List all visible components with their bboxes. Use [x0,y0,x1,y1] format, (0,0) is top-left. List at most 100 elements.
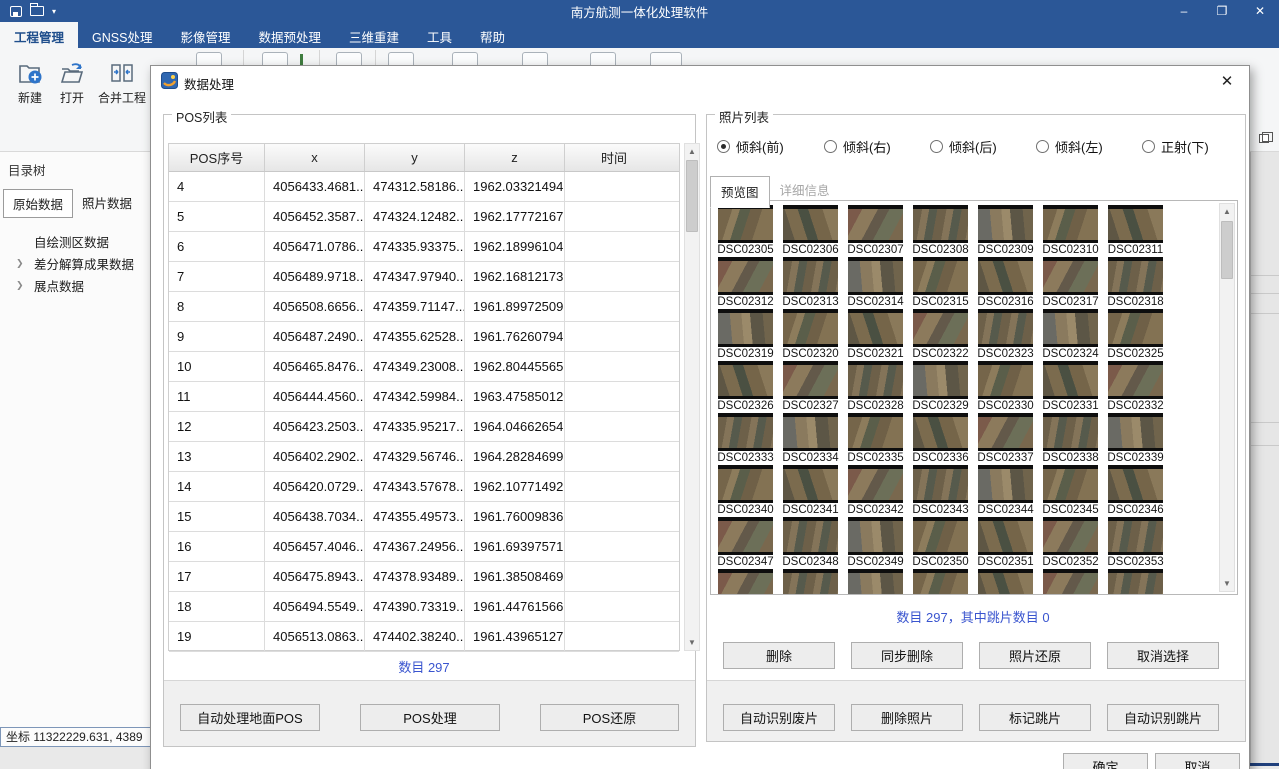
photo-item[interactable]: DSC02310 [1038,205,1103,257]
tree-item-1[interactable]: 自绘测区数据 [0,230,150,252]
photo-item[interactable]: DSC02333 [713,413,778,465]
dialog-footer-button-2[interactable]: 取消 [1155,753,1240,769]
photo-item[interactable] [1103,569,1168,595]
photo-item[interactable]: DSC02313 [778,257,843,309]
photo-item[interactable]: DSC02314 [843,257,908,309]
photo-item[interactable]: DSC02341 [778,465,843,517]
photo-item[interactable]: DSC02312 [713,257,778,309]
pos-table-row[interactable]: 64056471.0786...474335.93375...1962.1899… [169,232,679,262]
pos-table-row[interactable]: 44056433.4681...474312.58186...1962.0332… [169,172,679,202]
folder-icon[interactable] [30,6,44,16]
menu-tab-7[interactable]: 帮助 [466,22,519,48]
photo-footer-button-2[interactable]: 删除照片 [851,704,963,731]
photo-item[interactable]: DSC02336 [908,413,973,465]
photo-action-button-4[interactable]: 取消选择 [1107,642,1219,669]
photo-item[interactable]: DSC02332 [1103,361,1168,413]
pos-action-button-3[interactable]: POS还原 [540,704,679,731]
photo-item[interactable]: DSC02309 [973,205,1038,257]
menu-tab-6[interactable]: 工具 [413,22,466,48]
photo-item[interactable]: DSC02305 [713,205,778,257]
tab-preview[interactable]: 预览图 [710,176,770,208]
photo-item[interactable]: DSC02325 [1103,309,1168,361]
dialog-titlebar[interactable]: 数据处理 ✕ [151,66,1249,96]
scrollbar-thumb[interactable] [1221,221,1233,279]
minimize-button[interactable]: – [1165,0,1203,22]
photo-item[interactable]: DSC02353 [1103,517,1168,569]
menu-tab-1[interactable]: 工程管理 [0,22,78,48]
photo-item[interactable]: DSC02321 [843,309,908,361]
scroll-up-icon[interactable]: ▲ [685,144,699,159]
photo-item[interactable]: DSC02334 [778,413,843,465]
pos-column-header[interactable]: z [465,144,565,171]
photo-item[interactable]: DSC02307 [843,205,908,257]
photo-item[interactable]: DSC02338 [1038,413,1103,465]
photo-item[interactable]: DSC02327 [778,361,843,413]
pos-table-row[interactable]: 94056487.2490...474355.62528...1961.7626… [169,322,679,352]
pos-table-row[interactable]: 164056457.4046...474367.24956...1961.693… [169,532,679,562]
pos-column-header[interactable]: 时间 [565,144,663,171]
photo-item[interactable]: DSC02351 [973,517,1038,569]
photo-item[interactable]: DSC02350 [908,517,973,569]
photo-item[interactable]: DSC02316 [973,257,1038,309]
photo-item[interactable]: DSC02311 [1103,205,1168,257]
photo-item[interactable]: DSC02339 [1103,413,1168,465]
photo-item[interactable]: DSC02328 [843,361,908,413]
menu-tab-5[interactable]: 三维重建 [335,22,413,48]
pos-table-row[interactable]: 124056423.2503...474335.95217...1964.046… [169,412,679,442]
chevron-right-icon[interactable]: ❯ [16,258,34,269]
scroll-down-icon[interactable]: ▼ [685,635,699,650]
scroll-down-icon[interactable]: ▼ [1220,576,1234,591]
menu-tab-2[interactable]: GNSS处理 [78,22,166,48]
dialog-footer-button-1[interactable]: 确定 [1063,753,1148,769]
photo-item[interactable]: DSC02337 [973,413,1038,465]
tree-item-3[interactable]: ❯展点数据 [0,274,150,296]
photo-item[interactable] [778,569,843,595]
photo-item[interactable]: DSC02348 [778,517,843,569]
photo-footer-button-3[interactable]: 标记跳片 [979,704,1091,731]
photo-item[interactable]: DSC02331 [1038,361,1103,413]
photo-item[interactable]: DSC02326 [713,361,778,413]
open-project-button[interactable]: 打开 [50,60,94,106]
pos-table-row[interactable]: 84056508.6656...474359.71147...1961.8997… [169,292,679,322]
pos-table-row[interactable]: 134056402.2902...474329.56746...1964.282… [169,442,679,472]
sidebar-tab-photo-data[interactable]: 照片数据 [73,189,141,218]
pos-table-row[interactable]: 104056465.8476...474349.23008...1962.804… [169,352,679,382]
pos-table-row[interactable]: 194056513.0863...474402.38240...1961.439… [169,622,679,652]
photo-type-radio-3[interactable]: 倾斜(后) [930,137,997,156]
photo-type-radio-5[interactable]: 正射(下) [1142,137,1209,156]
pos-action-button-1[interactable]: 自动处理地面POS [180,704,320,731]
photo-item[interactable] [843,569,908,595]
photo-item[interactable]: DSC02340 [713,465,778,517]
photo-type-radio-2[interactable]: 倾斜(右) [824,137,891,156]
pos-column-header[interactable]: x [265,144,365,171]
pos-table-row[interactable]: 174056475.8943...474378.93489...1961.385… [169,562,679,592]
save-icon[interactable] [10,6,22,17]
photo-item[interactable]: DSC02349 [843,517,908,569]
photo-item[interactable]: DSC02320 [778,309,843,361]
photo-item[interactable]: DSC02346 [1103,465,1168,517]
photo-item[interactable]: DSC02322 [908,309,973,361]
pos-table-row[interactable]: 54056452.3587...474324.12482...1962.1777… [169,202,679,232]
photo-item[interactable] [973,569,1038,595]
close-button[interactable]: ✕ [1241,0,1279,22]
photo-type-radio-4[interactable]: 倾斜(左) [1036,137,1103,156]
pos-column-header[interactable]: y [365,144,465,171]
photo-item[interactable] [1038,569,1103,595]
scrollbar-thumb[interactable] [686,160,698,232]
menu-tab-4[interactable]: 数据预处理 [244,22,335,48]
photo-type-radio-1[interactable]: 倾斜(前) [717,137,784,156]
merge-project-button[interactable]: 合并工程 [96,60,148,106]
photo-footer-button-1[interactable]: 自动识别废片 [723,704,835,731]
photo-item[interactable] [908,569,973,595]
photo-item[interactable]: DSC02352 [1038,517,1103,569]
photo-item[interactable] [713,569,778,595]
maximize-button[interactable]: ❐ [1203,0,1241,22]
photo-item[interactable]: DSC02315 [908,257,973,309]
photo-item[interactable]: DSC02329 [908,361,973,413]
photo-item[interactable]: DSC02344 [973,465,1038,517]
photo-footer-button-4[interactable]: 自动识别跳片 [1107,704,1219,731]
pos-table-row[interactable]: 154056438.7034...474355.49573...1961.760… [169,502,679,532]
photo-item[interactable]: DSC02345 [1038,465,1103,517]
pos-table-scrollbar[interactable]: ▲ ▼ [684,143,700,651]
chevron-right-icon[interactable]: ❯ [16,280,34,291]
